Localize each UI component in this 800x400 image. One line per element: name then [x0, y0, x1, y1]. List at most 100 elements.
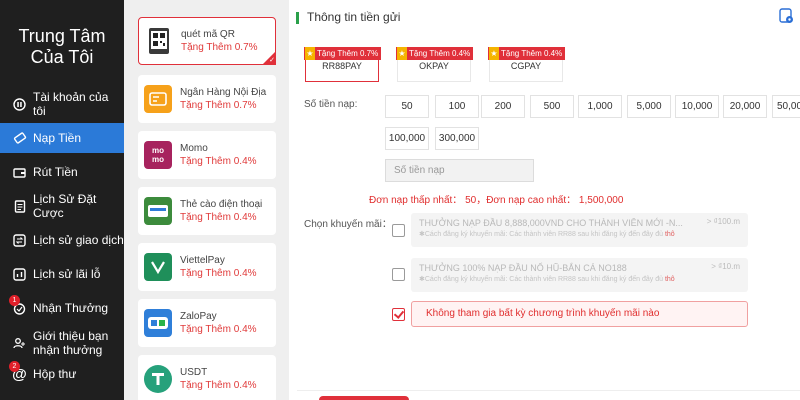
method-name: USDT [180, 367, 208, 378]
deposit-panel: Thông tin tiền gửi Tặng Thêm 0.7% RR88PA… [289, 0, 800, 400]
gateway-bonus-tag: Tặng Thêm 0.7% [304, 47, 382, 60]
sidebar-item-label: Lịch sử lãi lỗ [33, 267, 101, 281]
method-bonus: Tặng Thêm 0.4% [180, 380, 257, 391]
amount-option[interactable]: 200 [481, 95, 525, 118]
method-bonus: Tặng Thêm 0.4% [180, 324, 257, 335]
method-zalopay[interactable]: ZaloPay Tặng Thêm 0.4% [138, 299, 276, 347]
gateway-name: RR88PAY [322, 61, 362, 71]
promo-amount: > ₫100.m [706, 217, 740, 226]
no-promo-option[interactable]: Không tham gia bất kỳ chương trình khuyế… [411, 301, 748, 327]
sidebar-item-referral[interactable]: Giới thiệu bạn nhận thưởng [0, 325, 124, 361]
sidebar-item-account[interactable]: Tài khoản của tôi [0, 89, 124, 119]
sidebar-item-label: Rút Tiền [33, 165, 78, 179]
amount-option[interactable]: 100,000 [385, 127, 429, 150]
sidebar-item-label: Hộp thư [33, 367, 77, 381]
promo-checkbox[interactable] [392, 268, 405, 281]
sidebar-item-label: Lịch sử giao dịch [33, 233, 124, 247]
gateway-okpay[interactable]: Tặng Thêm 0.4% OKPAY [396, 47, 474, 82]
viettelpay-icon [144, 253, 172, 281]
sidebar-item-label: Lịch Sử Đặt Cược [33, 192, 97, 220]
method-bonus: Tặng Thêm 0.7% [180, 100, 257, 111]
method-qr[interactable]: quét mã QR Tặng Thêm 0.7% ✓ [138, 17, 276, 65]
amount-option[interactable]: 1,000 [578, 95, 622, 118]
promo-option[interactable]: THƯỞNG 100% NẠP ĐẦU NỔ HŨ-BẮN CÁ NO188 ✱… [411, 258, 748, 292]
zalopay-icon [144, 309, 172, 337]
method-name: Thẻ cào điện thoại [180, 199, 263, 210]
gateway-name: CGPAY [510, 61, 542, 71]
amount-option[interactable]: 5,000 [627, 95, 671, 118]
gateway-cgpay[interactable]: Tặng Thêm 0.4% CGPAY [488, 47, 566, 82]
sidebar-item-deposit[interactable]: Nạp Tiền [0, 123, 124, 153]
max-limit: Đơn nạp cao nhất： 1,500,000 [486, 195, 624, 206]
submit-button[interactable] [319, 396, 409, 400]
sidebar-item-profit-loss[interactable]: Lịch sử lãi lỗ [0, 259, 124, 289]
promo-title: THƯỞNG 100% NẠP ĐẦU NỔ HŨ-BẮN CÁ NO188 [419, 263, 627, 273]
ticket-icon [12, 131, 27, 146]
sidebar-item-transaction-history[interactable]: Lịch sử giao dịch [0, 225, 124, 255]
notification-badge: 2 [9, 360, 20, 372]
promo-label: Chọn khuyến mãi： [304, 219, 392, 230]
gateway-name: OKPAY [419, 61, 449, 71]
method-phone-card[interactable]: Thẻ cào điện thoại Tặng Thêm 0.4% [138, 187, 276, 235]
sidebar-item-bet-history[interactable]: Lịch Sử Đặt Cược [0, 191, 124, 221]
gateway-rr88pay[interactable]: Tặng Thêm 0.7% RR88PAY [304, 47, 382, 82]
amount-label: Số tiền nạp: [304, 99, 358, 110]
gateway-bonus-tag: Tặng Thêm 0.4% [396, 47, 474, 60]
promo-subtitle: ✱Cách đăng ký khuyến mãi: Các thành viên… [419, 231, 675, 238]
phone-card-icon [144, 197, 172, 225]
method-bonus: Tặng Thêm 0.7% [181, 42, 258, 53]
sidebar-title: Trung Tâm Của Tôi [18, 26, 106, 67]
at-icon: 2 @ [9, 360, 27, 382]
amount-option[interactable]: 50,00 [772, 95, 800, 118]
amount-option[interactable]: 500 [530, 95, 574, 118]
momo-icon: mo mo [144, 141, 172, 169]
limit-separator: ， [476, 195, 487, 206]
sidebar-item-inbox[interactable]: 2 @ Hộp thư [0, 359, 124, 389]
min-limit: Đơn nạp thấp nhất： 50 [369, 195, 477, 206]
sidebar-item-rewards[interactable]: 1 Nhận Thưởng [0, 293, 124, 323]
method-momo[interactable]: mo mo Momo Tặng Thêm 0.4% [138, 131, 276, 179]
divider [297, 390, 800, 391]
method-bonus: Tặng Thêm 0.4% [180, 268, 257, 279]
chart-icon [12, 267, 27, 282]
bank-icon [144, 85, 172, 113]
method-bonus: Tặng Thêm 0.4% [180, 156, 257, 167]
method-bank[interactable]: Ngân Hàng Nội Địa Tặng Thêm 0.7% [138, 75, 276, 123]
amount-option[interactable]: 50 [385, 95, 429, 118]
wallet-icon [12, 165, 27, 180]
method-name: quét mã QR [181, 29, 235, 40]
deposit-limits: Đơn nạp thấp nhất： 50，Đơn nạp cao nhất： … [369, 191, 623, 206]
sidebar: Trung Tâm Của Tôi Tài khoản của tôi Nạp … [0, 0, 124, 400]
promo-option[interactable]: THƯỞNG NẠP ĐẦU 8,888,000VND CHO THÀNH VI… [411, 213, 748, 247]
account-icon [12, 97, 27, 112]
sidebar-item-withdraw[interactable]: Rút Tiền [0, 157, 124, 187]
no-promo-checkbox[interactable] [392, 308, 405, 321]
promo-title: THƯỞNG NẠP ĐẦU 8,888,000VND CHO THÀNH VI… [419, 218, 683, 228]
amount-option[interactable]: 20,000 [723, 95, 767, 118]
info-settings-icon[interactable] [778, 8, 794, 24]
sidebar-item-label: Nạp Tiền [33, 131, 82, 145]
usdt-icon [144, 365, 172, 393]
method-name: ZaloPay [180, 311, 217, 322]
selected-check-icon: ✓ [262, 51, 276, 65]
sidebar-item-label: Nhận Thưởng [33, 301, 109, 315]
promo-amount: > ₫10.m [711, 262, 740, 271]
promo-checkbox[interactable] [392, 224, 405, 237]
promo-subtitle: ✱Cách đăng ký khuyến mãi: Các thành viên… [419, 276, 675, 283]
method-viettelpay[interactable]: ViettelPay Tặng Thêm 0.4% [138, 243, 276, 291]
gateway-bonus-tag: Tặng Thêm 0.4% [488, 47, 566, 60]
method-usdt[interactable]: USDT Tặng Thêm 0.4% [138, 355, 276, 400]
user-plus-icon [12, 336, 27, 351]
method-name: Ngân Hàng Nội Địa [180, 87, 267, 98]
header-accent-bar [296, 12, 299, 24]
payment-method-list: quét mã QR Tặng Thêm 0.7% ✓ Ngân Hàng Nộ… [124, 0, 289, 400]
document-icon [12, 199, 27, 214]
amount-option[interactable]: 10,000 [675, 95, 719, 118]
method-name: ViettelPay [180, 255, 225, 266]
notification-badge: 1 [9, 294, 20, 306]
qr-icon [145, 27, 173, 55]
sidebar-item-label: Tài khoản của tôi [33, 90, 109, 118]
amount-input[interactable]: Số tiền nạp [385, 159, 534, 182]
amount-option[interactable]: 100 [435, 95, 479, 118]
amount-option[interactable]: 300,000 [435, 127, 479, 150]
